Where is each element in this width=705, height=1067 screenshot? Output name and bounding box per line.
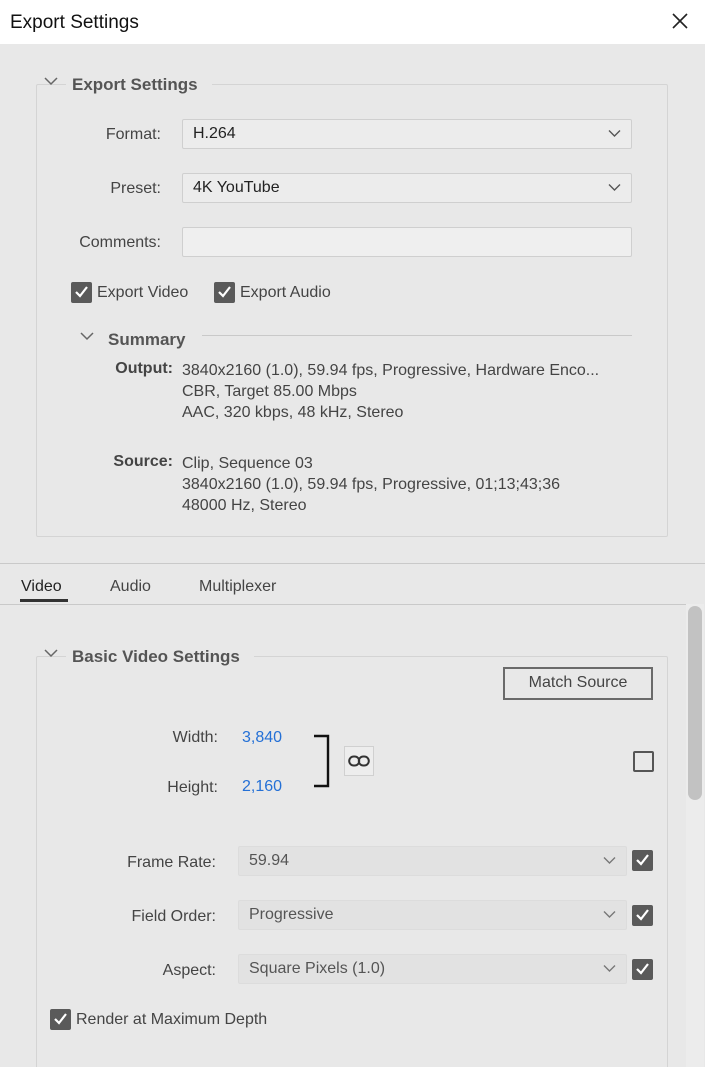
chevron-down-icon (603, 911, 616, 918)
output-label: Output: (115, 360, 173, 377)
checkmark-icon (636, 909, 649, 921)
source-line: 3840x2160 (1.0), 59.94 fps, Progressive,… (182, 476, 561, 493)
frame-rate-label: Frame Rate: (127, 854, 216, 871)
width-label: Width: (172, 729, 218, 746)
export-video-checkbox[interactable] (71, 282, 92, 303)
export-settings-title: Export Settings (66, 75, 212, 95)
checkmark-icon (218, 286, 231, 298)
export-audio-checkbox[interactable] (214, 282, 235, 303)
comments-field[interactable] (182, 227, 632, 257)
preset-label: Preset: (110, 180, 161, 197)
format-select[interactable]: H.264 (182, 119, 632, 149)
chevron-down-icon (44, 649, 58, 658)
chevron-down-icon (603, 857, 616, 864)
preset-value: 4K YouTube (193, 179, 280, 196)
close-button[interactable] (664, 7, 696, 37)
chevron-down-icon (608, 184, 621, 191)
output-line: AAC, 320 kbps, 48 kHz, Stereo (182, 404, 404, 421)
field-order-select[interactable]: Progressive (238, 900, 627, 930)
frame-rate-value: 59.94 (249, 852, 290, 869)
source-details: Clip, Sequence 03 3840x2160 (1.0), 59.94… (182, 453, 622, 516)
output-details: 3840x2160 (1.0), 59.94 fps, Progressive,… (182, 360, 622, 423)
field-order-label: Field Order: (131, 908, 216, 925)
chevron-down-icon (44, 77, 58, 86)
tab-audio[interactable]: Audio (110, 578, 151, 596)
output-line: 3840x2160 (1.0), 59.94 fps, Progressive,… (182, 362, 600, 379)
output-line: CBR, Target 85.00 Mbps (182, 383, 357, 400)
checkmark-icon (54, 1013, 67, 1025)
checkmark-icon (636, 963, 649, 975)
link-icon (348, 755, 370, 767)
preset-select[interactable]: 4K YouTube (182, 173, 632, 203)
match-dimensions-checkbox[interactable] (633, 751, 654, 772)
format-label: Format: (105, 126, 161, 143)
format-value: H.264 (193, 125, 236, 142)
field-order-match-checkbox[interactable] (632, 905, 653, 926)
tabs-top-border (0, 563, 705, 564)
constrain-proportions-button[interactable] (344, 746, 374, 776)
chevron-down-icon (80, 332, 94, 341)
summary-collapse[interactable] (80, 331, 94, 341)
checkmark-icon (636, 854, 649, 866)
basic-video-collapse[interactable] (44, 648, 58, 658)
width-value[interactable]: 3,840 (242, 729, 282, 747)
source-line: 48000 Hz, Stereo (182, 497, 307, 514)
checkmark-icon (75, 286, 88, 298)
tab-video-underline (20, 599, 68, 602)
render-max-depth-checkbox[interactable] (50, 1009, 71, 1030)
aspect-select[interactable]: Square Pixels (1.0) (238, 954, 627, 984)
export-settings-collapse[interactable] (44, 76, 58, 86)
tabs-bottom-border (0, 604, 686, 605)
tab-video[interactable]: Video (21, 578, 62, 596)
frame-rate-match-checkbox[interactable] (632, 850, 653, 871)
frame-rate-select[interactable]: 59.94 (238, 846, 627, 876)
aspect-label: Aspect: (162, 962, 216, 979)
scrollbar-thumb[interactable] (688, 606, 702, 800)
dimension-bracket (314, 734, 330, 788)
basic-video-title: Basic Video Settings (66, 647, 254, 667)
comments-label: Comments: (79, 234, 161, 251)
window-title: Export Settings (10, 12, 139, 33)
render-max-depth-label: Render at Maximum Depth (76, 1011, 268, 1028)
aspect-value: Square Pixels (1.0) (249, 960, 386, 977)
source-label: Source: (113, 453, 173, 470)
chevron-down-icon (608, 130, 621, 137)
height-label: Height: (167, 779, 218, 796)
field-order-value: Progressive (249, 906, 334, 923)
tab-multiplexer[interactable]: Multiplexer (199, 578, 276, 596)
height-value[interactable]: 2,160 (242, 778, 282, 796)
match-source-button[interactable]: Match Source (503, 667, 653, 700)
export-video-label: Export Video (97, 284, 189, 301)
summary-title: Summary (108, 330, 186, 349)
chevron-down-icon (603, 965, 616, 972)
close-icon (672, 13, 688, 29)
source-line: Clip, Sequence 03 (182, 455, 313, 472)
summary-divider (202, 335, 632, 336)
aspect-match-checkbox[interactable] (632, 959, 653, 980)
export-audio-label: Export Audio (240, 284, 331, 301)
